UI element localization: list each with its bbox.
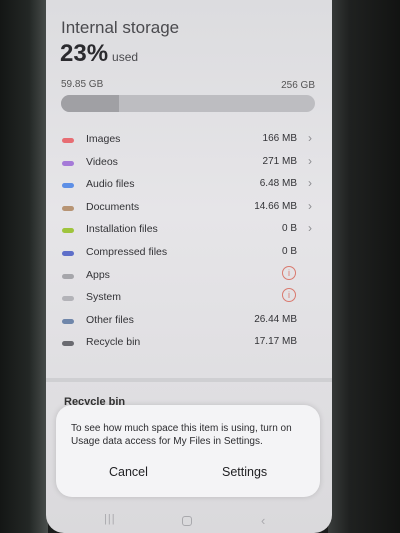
category-color-dot-icon [62,160,74,166]
chevron-right-icon: › [308,131,312,145]
category-row[interactable]: Audio files 6.48 MB › [46,176,332,199]
category-label: Audio files [86,178,135,191]
chevron-right-icon: › [308,221,312,236]
category-row[interactable]: Recycle bin 17.17 MB [46,334,332,357]
category-row[interactable]: Other files 26.44 MB [46,312,332,335]
category-label: Images [86,133,121,145]
usage-percent-value: 23% [60,40,109,67]
category-row[interactable]: Documents 14.66 MB › [46,199,332,222]
category-color-dot-icon [62,318,74,324]
category-size: 26.44 MB [254,313,297,325]
settings-button[interactable]: Settings [216,463,273,481]
page-title: Internal storage [61,18,180,37]
category-size: 271 MB [262,155,297,167]
category-color-dot-icon [62,205,74,211]
device-frame-right [328,0,400,533]
total-size: 256 GB [281,80,315,91]
usage-percent: 23% used [60,40,138,68]
dialog-message: To see how much space this item is using… [71,423,292,447]
storage-bar [61,95,315,112]
category-color-dot-icon [62,250,74,256]
category-label: Other files [86,313,134,326]
category-color-dot-icon [62,138,74,143]
category-label: Documents [86,200,140,213]
chevron-right-icon: › [308,176,312,191]
category-label: Installation files [86,223,158,236]
category-size: 166 MB [262,133,297,144]
category-list: Images 166 MB › Videos 271 MB › Audio files 6.4… [46,131,332,357]
category-row[interactable]: Videos 271 MB › [46,154,332,177]
info-icon[interactable]: i [282,265,296,280]
category-label: Recycle bin [86,336,141,349]
category-color-dot-icon [62,273,74,279]
category-label: System [86,291,122,304]
info-icon[interactable]: i [282,288,296,303]
cancel-button[interactable]: Cancel [103,463,154,481]
category-color-dot-icon [62,183,74,189]
home-icon[interactable] [182,516,192,526]
category-color-dot-icon [62,341,74,347]
usage-percent-label: used [112,50,139,64]
used-size: 59.85 GB [61,79,104,90]
category-size: 17.17 MB [254,336,297,348]
category-color-dot-icon [62,296,74,302]
category-row[interactable]: Apps i [46,265,332,290]
chevron-right-icon: › [308,153,312,168]
category-size: 0 B [281,245,297,257]
category-label: Compressed files [86,245,168,258]
category-size: 6.48 MB [259,178,297,190]
category-row[interactable]: Compressed files 0 B [46,244,332,267]
phone-screen: Internal storage 23% used 59.85 GB 256 GB… [46,0,332,533]
category-size: 0 B [281,223,297,235]
section-divider [46,378,332,382]
category-color-dot-icon [62,228,74,234]
back-icon[interactable]: ‹ [261,513,265,528]
storage-bar-fill [61,95,120,112]
usage-access-dialog: To see how much space this item is using… [56,405,320,497]
category-label: Videos [86,155,118,168]
category-row[interactable]: Installation files 0 B › [46,221,332,244]
category-size: 14.66 MB [254,200,297,212]
recents-icon[interactable]: ||| [104,513,116,525]
device-frame-left [0,0,48,533]
category-row[interactable]: Images 166 MB › [46,131,332,154]
category-label: Apps [86,268,110,281]
chevron-right-icon: › [308,198,312,213]
navigation-bar: ||| ‹ [46,510,332,533]
category-row[interactable]: System i [46,288,332,312]
